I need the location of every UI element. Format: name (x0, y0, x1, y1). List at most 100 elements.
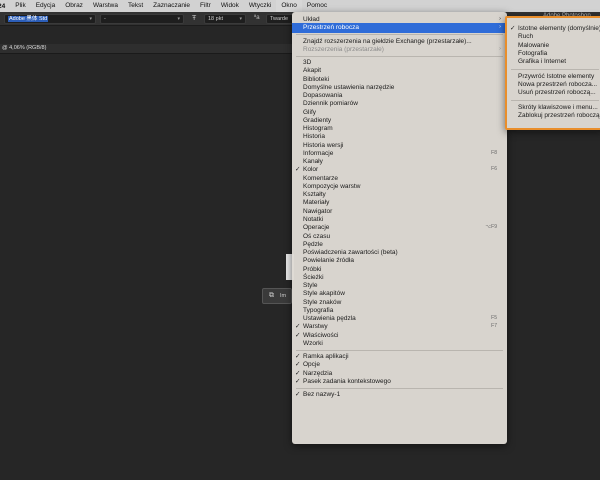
okno-menu-item-wzorki[interactable]: Wzorki (292, 339, 507, 349)
okno-menu-item-pasek-zadania-kontekstowego[interactable]: ✓ Pasek zadania kontekstowego (292, 377, 507, 387)
menu-item-label: Skróty klawiszowe i menu... (518, 103, 598, 111)
menu-item-label: Opcje (303, 361, 320, 369)
menu-filtr[interactable]: Filtr (195, 0, 216, 12)
menu-item-label: Właściwości (303, 331, 339, 339)
menu-item-label: Glify (303, 108, 316, 116)
menu-item-label: Kompozycje warstw (303, 182, 361, 190)
menu-item-label: Oś czasu (303, 232, 331, 240)
menu-item-label: Historia wersji (303, 141, 344, 149)
menu-okno[interactable]: Okno (276, 0, 302, 12)
menu-obraz[interactable]: Obraz (60, 0, 88, 12)
menu-item-label: Dziennik pomiarów (303, 100, 358, 108)
menu-item-label: Kształty (303, 191, 326, 199)
menu-separator (296, 55, 503, 57)
menu-item-label: Pasek zadania kontekstowego (303, 377, 391, 385)
menu-item-label: Histogram (303, 125, 333, 133)
menu-item-label: Nowa przestrzeń robocza... (518, 81, 598, 89)
font-family-field[interactable]: Adobe 黑体 Std ▾ (4, 14, 96, 24)
menu-item-label: Przywróć Istotne elementy (518, 72, 595, 80)
menu-separator (511, 99, 599, 101)
antialias-icon: ªa (254, 15, 260, 21)
app-menu[interactable]: 24 (0, 3, 10, 10)
checkmark-icon: ✓ (295, 377, 301, 385)
menu-item-label: Gradienty (303, 116, 332, 124)
menu-wtyczki[interactable]: Wtyczki (244, 0, 276, 12)
menu-item-label: Informacje (303, 149, 334, 157)
menu-item-label: Historia (303, 133, 326, 141)
workspace-menu-item-grafika-i-internet[interactable]: Grafika i Internet (507, 57, 600, 67)
menu-item-label: Zablokuj przestrzeń roboczą (518, 112, 600, 120)
menu-item-label: Style znaków (303, 298, 342, 306)
menu-item-label: Warstwy (303, 323, 328, 331)
menu-item-label: Style (303, 282, 318, 290)
document-tab[interactable]: @ 4,06% (RGB/8) (2, 45, 46, 51)
menu-item-label: Typografia (303, 306, 334, 314)
menu-item-label: Pędzle (303, 240, 323, 248)
menu-separator (511, 68, 599, 70)
font-style-field[interactable]: - ▾ (100, 14, 184, 24)
menu-item-label: Domyślne ustawienia narzędzie (303, 83, 395, 91)
contextual-taskbar[interactable]: ⧉ Im (262, 288, 292, 304)
font-style-value: - (104, 16, 106, 22)
menu-item-label: Malowanie (518, 41, 550, 49)
menu-item-label: Ruch (518, 33, 534, 41)
menu-zaznaczanie[interactable]: Zaznaczanie (148, 0, 195, 12)
menu-item-label: Próbki (303, 265, 322, 273)
menu-item-label: Narzędzia (303, 369, 333, 377)
menu-bar: 24 Plik Edycja Obraz Warstwa Tekst Zazna… (0, 0, 600, 12)
menu-item-label: Style akapitów (303, 290, 345, 298)
menu-separator (296, 34, 503, 36)
menu-item-label: Znajdź rozszerzenia na giełdzie Exchange… (303, 37, 472, 45)
menu-item-label: Powielanie źródła (303, 257, 354, 265)
menu-item-label: Kolor (303, 166, 319, 174)
font-size-field[interactable]: 18 pkt ▾ (204, 14, 246, 24)
menu-item-label: Fotografia (518, 50, 548, 58)
menu-separator (296, 349, 503, 351)
font-size-icon: Ŧ (192, 15, 197, 22)
font-size-value: 18 pkt (208, 16, 223, 22)
menu-tekst[interactable]: Tekst (123, 0, 148, 12)
workspace-menu-item-usun-przestrzen-robocza[interactable]: Usuń przestrzeń roboczą... (507, 88, 600, 98)
menu-item-label: Operacje (303, 224, 330, 232)
image-icon: ⧉ (269, 292, 274, 299)
okno-menu-item-przestrzen-robocza[interactable]: Przestrzeń robocza › (292, 23, 507, 33)
font-family-value: Adobe 黑体 Std (8, 16, 49, 22)
menu-edycja[interactable]: Edycja (31, 0, 61, 12)
menu-warstwa[interactable]: Warstwa (88, 0, 123, 12)
document-tab-bar: @ 4,06% (RGB/8) (0, 44, 292, 54)
chevron-down-icon: ▾ (177, 16, 180, 22)
okno-menu-item-rozszerzenia-przestarza-e: Rozszerzenia (przestarzałe) › (292, 45, 507, 55)
menu-item-label: Ścieżki (303, 273, 324, 281)
menu-item-label: Dopasowania (303, 92, 343, 100)
menu-item-label: Biblioteki (303, 75, 330, 83)
menu-item-label: Przestrzeń robocza (303, 24, 359, 32)
chevron-down-icon: ▾ (239, 16, 242, 22)
chevron-right-icon: › (499, 45, 501, 52)
menu-item-label: Rozszerzenia (przestarzałe) (303, 45, 384, 53)
menu-item-label: Poświadczenia zawartości (beta) (303, 249, 398, 257)
antialias-value: Twarde (270, 16, 289, 22)
menu-pomoc[interactable]: Pomoc (302, 0, 332, 12)
menu-item-label: Grafika i Internet (518, 58, 567, 66)
menu-widok[interactable]: Widok (216, 0, 244, 12)
menu-item-label: Notatki (303, 215, 324, 223)
menu-item-label: Kanały (303, 158, 323, 166)
okno-menu-item-bez-nazwy-1[interactable]: ✓ Bez nazwy-1 (292, 390, 507, 400)
contextual-button-label: Im (280, 293, 287, 299)
menu-item-label: 3D (303, 59, 312, 67)
chevron-right-icon: › (499, 24, 501, 31)
menu-item-label: Nawigator (303, 207, 333, 215)
menu-item-label: Wzorki (303, 339, 323, 347)
chevron-down-icon: ▾ (89, 16, 92, 22)
okno-menu: Układ › Przestrzeń robocza › Znajdź rozszerz… (292, 12, 507, 444)
antialias-field[interactable]: Twarde (266, 14, 294, 24)
workspace-submenu: ✓ Istotne elementy (domyślnie) Ruch Malowan… (505, 16, 600, 130)
menu-plik[interactable]: Plik (10, 0, 30, 12)
menu-item-label: Akapit (303, 67, 322, 75)
menu-item-label: Materiały (303, 199, 330, 207)
menu-separator (296, 387, 503, 389)
menu-item-label: Ustawienia pędzla (303, 315, 356, 323)
menu-item-label: Układ (303, 16, 320, 23)
workspace-menu-item-zablokuj-przestrzen-robocza[interactable]: Zablokuj przestrzeń roboczą (507, 111, 600, 121)
menu-item-label: Bez nazwy-1 (303, 391, 341, 399)
